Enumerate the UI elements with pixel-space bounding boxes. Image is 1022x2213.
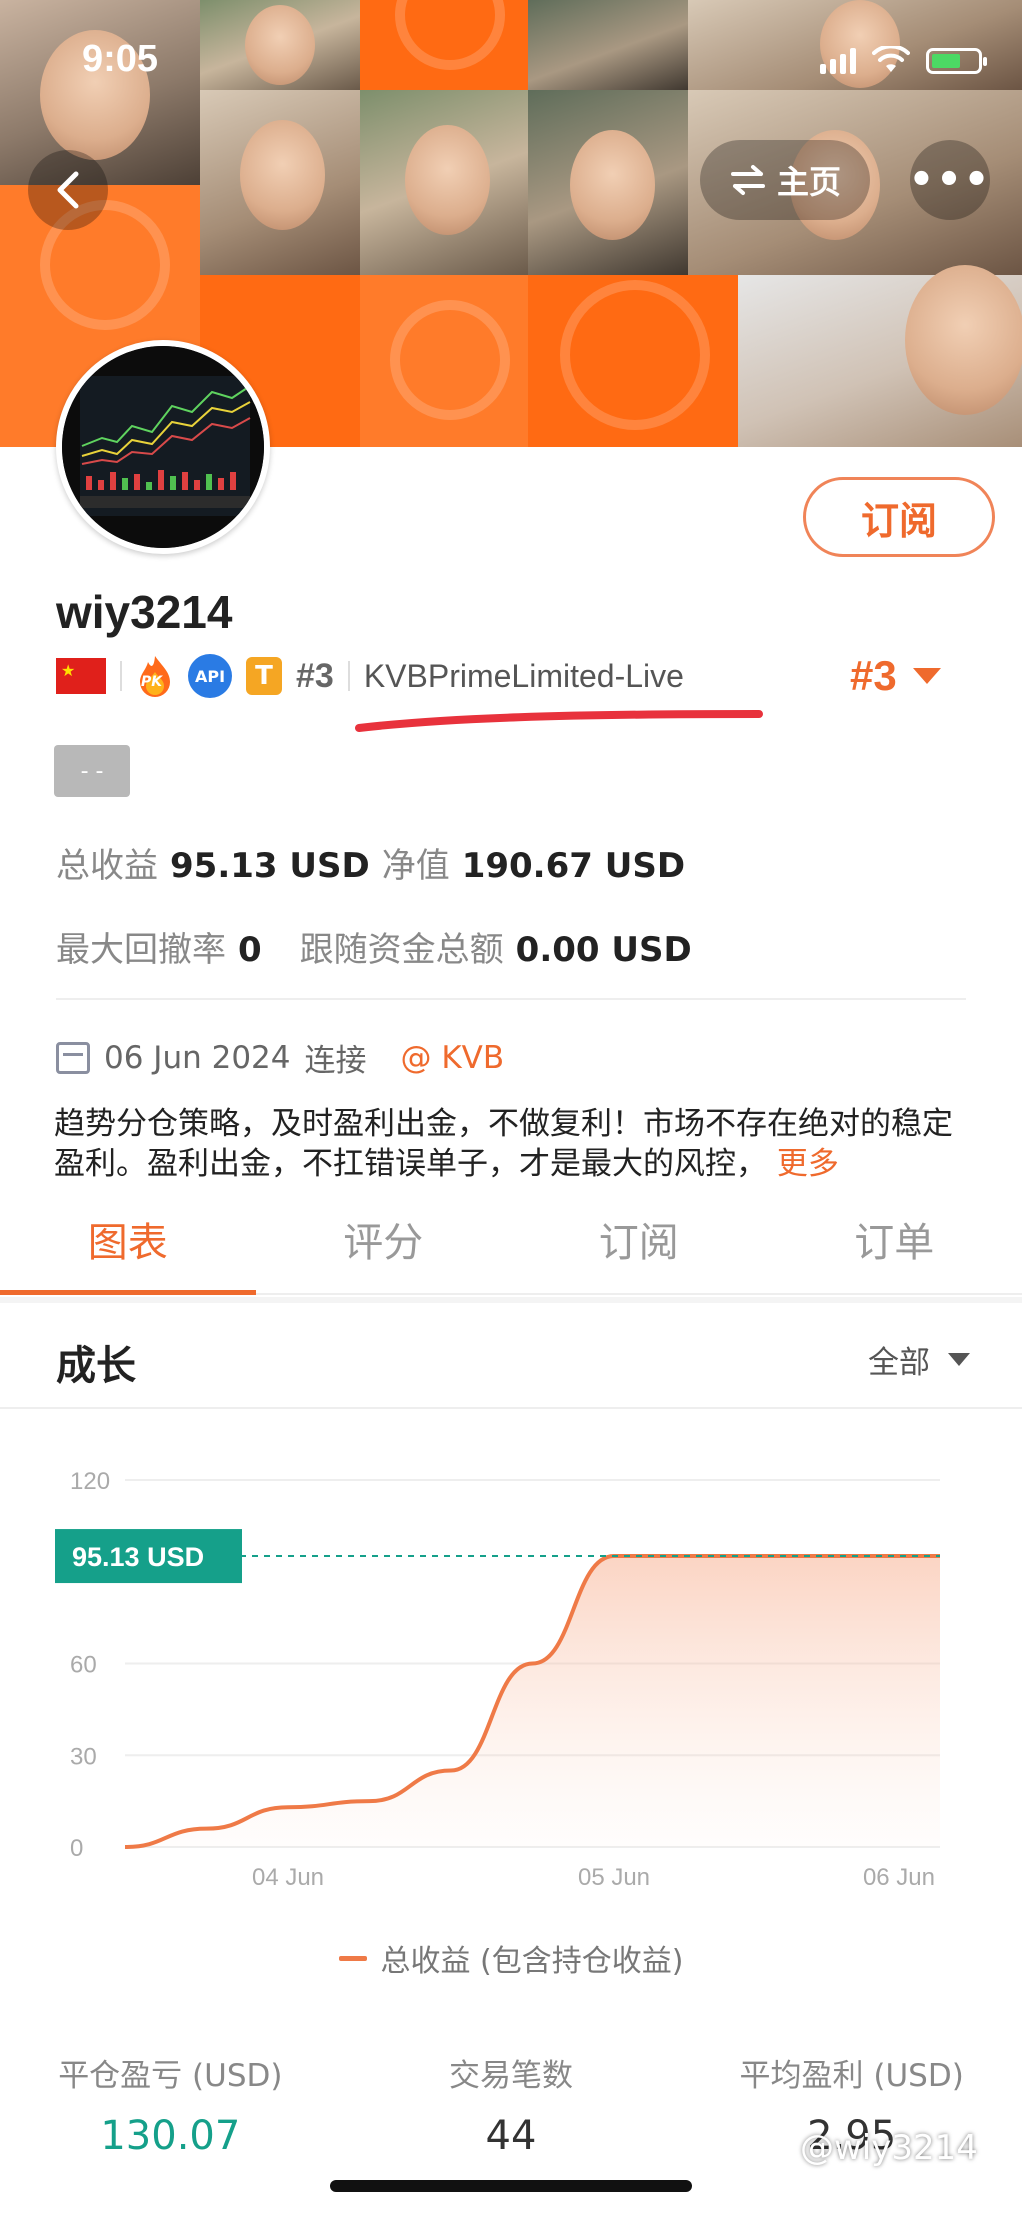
growth-filter-dropdown[interactable]: 全部: [868, 1337, 970, 1382]
growth-header: 成长 全部: [0, 1303, 1022, 1409]
total-profit-value: 95.13 USD: [170, 846, 370, 886]
more-button[interactable]: •••: [908, 140, 992, 220]
home-label: 主页: [776, 163, 841, 201]
connection-date: 06 Jun 2024: [104, 1039, 291, 1076]
closed-pnl-stat: 平仓盈亏 (USD) 130.07: [0, 2050, 341, 2159]
banner-face: [905, 265, 1022, 415]
max-drawdown-label: 最大回撤率: [56, 930, 226, 970]
status-bar: 9:05: [0, 0, 1022, 120]
current-value-label: 95.13 USD: [72, 1542, 204, 1572]
growth-title: 成长: [56, 1343, 136, 1389]
banner-face: [240, 120, 325, 230]
signal-icon: [820, 48, 856, 74]
x-tick-label: 04 Jun: [252, 1864, 324, 1891]
divider: [56, 998, 966, 1000]
api-badge[interactable]: API: [188, 654, 232, 698]
rank-small: #3: [296, 656, 334, 695]
legend-swatch: [338, 1955, 367, 1961]
pk-badge-icon[interactable]: PK: [136, 654, 174, 698]
more-link[interactable]: 更多: [777, 1146, 839, 1182]
total-profit-label: 总收益: [56, 846, 158, 886]
banner-face: [405, 125, 490, 235]
equity-label: 净值: [381, 846, 450, 886]
strategy-description: 趋势分仓策略，及时盈利出金，不做复利！市场不存在绝对的稳定盈利。盈利出金，不扛错…: [54, 1104, 974, 1184]
x-tick-label: 05 Jun: [578, 1864, 650, 1891]
pk-badge-label: PK: [141, 674, 163, 690]
avg-profit-label: 平均盈利 (USD): [739, 2058, 964, 2094]
wifi-icon: [872, 46, 910, 72]
red-underline-annotation: [355, 710, 763, 732]
dropdown-triangle-icon: [912, 668, 941, 684]
china-flag-icon: ★: [56, 658, 106, 694]
rank-big-value: #3: [850, 652, 897, 699]
x-tick-label: 06 Jun: [863, 1864, 935, 1891]
trade-count-value: 44: [485, 2113, 537, 2159]
tab-bar: 图表 评分 订阅 订单: [0, 1185, 1022, 1295]
home-button[interactable]: 主页: [700, 140, 870, 220]
closed-pnl-label: 平仓盈亏 (USD): [58, 2058, 283, 2094]
growth-chart: 95.13 USD 0 30 60 120 04 Jun 05 Jun 06 Jun: [0, 1410, 1022, 2010]
y-tick-label: 0: [70, 1835, 83, 1862]
banner-pattern: [390, 300, 510, 420]
watermark: @wiy3214: [800, 2128, 978, 2168]
banner-pattern: [560, 280, 710, 430]
chart-legend[interactable]: 总收益 (包含持仓收益): [0, 1936, 1022, 1980]
subscribe-button[interactable]: 订阅: [803, 477, 995, 557]
current-value-tag: 95.13 USD: [55, 1529, 242, 1584]
stat-row-1: 总收益 95.13 USD 净值 190.67 USD: [56, 838, 685, 887]
tag-placeholder: - -: [54, 745, 130, 797]
dropdown-triangle-icon: [948, 1353, 970, 1366]
back-button[interactable]: [28, 150, 108, 230]
growth-filter-label: 全部: [868, 1345, 930, 1381]
calendar-icon: [56, 1041, 90, 1074]
badge-divider: [120, 661, 122, 691]
tab-rating[interactable]: 评分: [256, 1185, 512, 1293]
y-tick-label: 30: [70, 1743, 97, 1770]
follow-total-value: 0.00 USD: [515, 930, 692, 970]
status-icons: [820, 46, 987, 74]
max-drawdown-value: 0: [238, 930, 262, 970]
banner-face: [570, 130, 655, 240]
connection-label: 连接: [304, 1043, 367, 1079]
connection-row: 06 Jun 2024 连接 @ KVB: [56, 1035, 504, 1080]
chevron-left-icon: [57, 171, 79, 209]
badge-divider: [347, 661, 350, 691]
follow-total-label: 跟随资金总额: [299, 930, 504, 970]
broker-name: KVBPrimeLimited-Live: [363, 657, 684, 694]
growth-area: [125, 1556, 940, 1847]
more-icon: •••: [908, 157, 992, 203]
home-indicator: [330, 2180, 692, 2192]
stat-row-2: 最大回撤率 0 跟随资金总额 0.00 USD: [56, 922, 692, 971]
growth-chart-svg: 95.13 USD 0 30 60 120 04 Jun 05 Jun 06 Jun: [55, 1468, 940, 1891]
y-tick-label: 120: [70, 1468, 110, 1495]
battery-icon: [926, 48, 987, 74]
trade-count-label: 交易笔数: [449, 2058, 573, 2094]
tab-chart[interactable]: 图表: [0, 1185, 256, 1295]
legend-label: 总收益 (包含持仓收益): [380, 1944, 684, 1979]
swap-icon: [730, 165, 765, 195]
rank-selector[interactable]: #3: [850, 652, 941, 700]
tab-subscription[interactable]: 订阅: [511, 1185, 767, 1293]
status-time: 9:05: [82, 38, 159, 80]
trade-count-stat: 交易笔数 44: [341, 2050, 682, 2159]
broker-tag-link[interactable]: @ KVB: [400, 1040, 504, 1076]
equity-value: 190.67 USD: [461, 846, 686, 886]
username: wiy3214: [56, 586, 233, 638]
avatar[interactable]: [56, 340, 270, 554]
tab-orders[interactable]: 订单: [767, 1185, 1022, 1293]
avatar-chart-image: [62, 346, 264, 548]
badge-row: ★ PK API T #3 KVBPrimeLimited-Live: [56, 653, 684, 699]
closed-pnl-value: 130.07: [100, 2113, 241, 2159]
t-badge[interactable]: T: [246, 657, 282, 695]
y-tick-label: 60: [70, 1652, 97, 1679]
